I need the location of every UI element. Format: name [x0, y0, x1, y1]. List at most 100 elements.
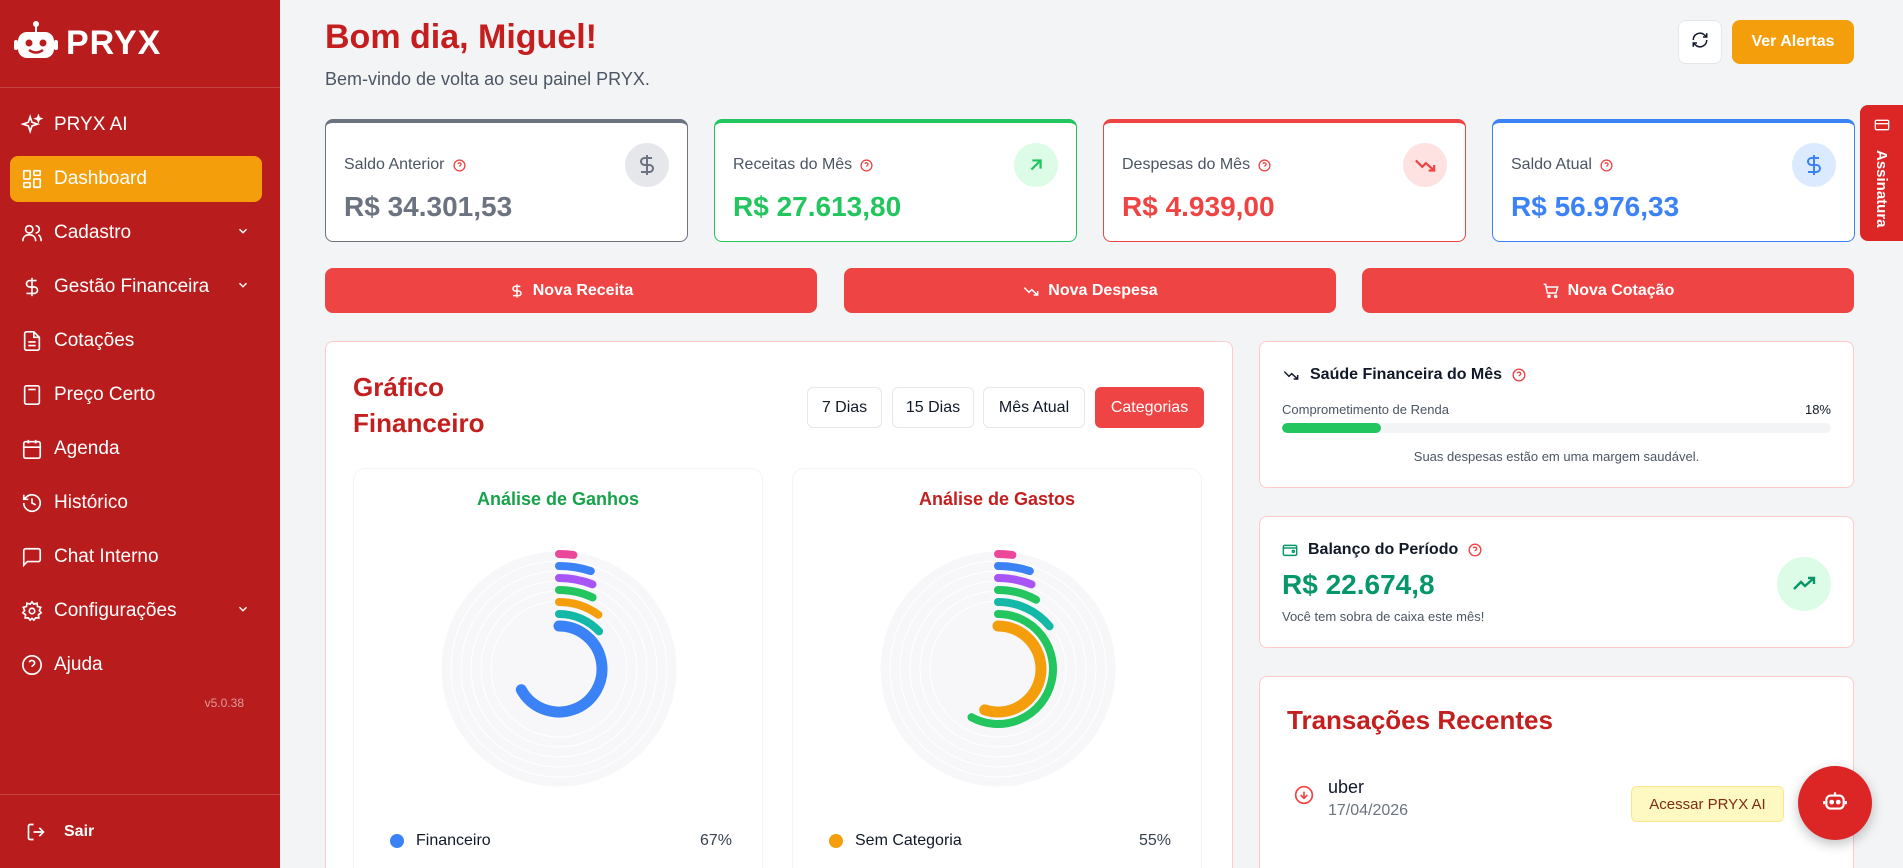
robot-icon	[14, 19, 58, 68]
chart-title-line: Financeiro	[353, 408, 485, 438]
sidebar-item-label: PRYX AI	[54, 114, 128, 135]
action-label: Nova Despesa	[1048, 281, 1158, 299]
chart-title-line: Gráfico	[353, 372, 445, 402]
health-title: Saúde Financeira do Mês	[1310, 366, 1503, 383]
expenses-chart-card: Análise de Gastos Sem Categoria 55%	[792, 468, 1202, 868]
expenses-chart-title: Análise de Gastos	[918, 489, 1076, 509]
health-message: Suas despesas estão em uma margem saudáv…	[1413, 449, 1700, 464]
subscription-tab[interactable]: Assinatura	[1860, 105, 1903, 241]
sidebar-item-label: Chat Interno	[54, 546, 159, 567]
subscription-label: Assinatura	[1873, 150, 1890, 228]
earnings-chart-title: Análise de Ganhos	[476, 489, 640, 509]
sidebar-item-cadastro[interactable]: Cadastro	[10, 210, 262, 256]
transaction-info: uber 17/04/2026	[1328, 777, 1408, 820]
help-icon[interactable]	[1600, 158, 1613, 172]
alerts-button[interactable]: Ver Alertas	[1732, 20, 1854, 64]
users-icon	[20, 221, 44, 245]
stat-title-wrap: Receitas do Mês	[733, 156, 873, 174]
arrow-up-right-icon	[1014, 143, 1058, 187]
filter-7-dias[interactable]: 7 Dias	[807, 387, 882, 428]
logout-label: Sair	[64, 822, 95, 840]
trending-down-icon	[1403, 143, 1447, 187]
action-label: Nova Receita	[532, 281, 634, 299]
dollar-icon	[625, 143, 669, 187]
credit-card-icon	[1874, 117, 1890, 138]
help-icon[interactable]	[1468, 543, 1482, 557]
trending-down-icon	[1022, 283, 1040, 299]
refresh-icon	[1691, 31, 1709, 54]
transaction-date: 17/04/2026	[1328, 802, 1409, 819]
refresh-button[interactable]	[1678, 20, 1722, 64]
transaction-row[interactable]: uber 17/04/2026	[1294, 777, 1408, 820]
ai-tooltip[interactable]: Acessar PRYX AI	[1631, 786, 1784, 822]
help-icon[interactable]	[1258, 158, 1271, 172]
radial-bar[interactable]	[555, 550, 578, 559]
brand-logo[interactable]: PRYX	[0, 0, 280, 88]
arrow-down-circle-icon	[1294, 785, 1314, 805]
sidebar-item-ajuda[interactable]: Ajuda	[10, 642, 262, 688]
balance-title: Balanço do Período	[1308, 541, 1459, 558]
sidebar-item-label: Cotações	[54, 330, 135, 351]
sidebar-item-preco-certo[interactable]: Preço Certo	[10, 372, 262, 418]
stat-title: Saldo Atual	[1511, 156, 1592, 173]
balance-header: Balanço do Período	[1282, 541, 1482, 559]
dollar-icon	[1792, 143, 1836, 187]
sidebar-item-agenda[interactable]: Agenda	[10, 426, 262, 472]
stat-title: Receitas do Mês	[733, 156, 853, 173]
brand-name: PRYX	[66, 24, 162, 62]
calculator-icon	[20, 383, 44, 407]
chart-panel-title: Gráfico Financeiro	[353, 369, 484, 441]
expenses-radial-chart	[879, 550, 1117, 788]
stat-card-despesas: Despesas do Mês R$ 4.939,00	[1103, 119, 1466, 242]
stat-card-saldo-anterior: Saldo Anterior R$ 34.301,53	[325, 119, 688, 242]
commitment-progress-fill	[1282, 423, 1381, 433]
sidebar-item-label: Gestão Financeira	[54, 276, 210, 297]
file-text-icon	[20, 329, 44, 353]
dashboard-icon	[20, 167, 44, 191]
filter-15-dias[interactable]: 15 Dias	[892, 387, 974, 428]
legend-label: Sem Categoria	[855, 832, 962, 849]
filter-categorias[interactable]: Categorias	[1095, 387, 1204, 428]
sidebar-item-chat-interno[interactable]: Chat Interno	[10, 534, 262, 580]
sidebar-item-label: Agenda	[54, 438, 120, 459]
balance-message: Você tem sobra de caixa este mês!	[1282, 609, 1485, 624]
period-balance-card: Balanço do Período R$ 22.674,8 Você tem …	[1259, 516, 1854, 648]
help-icon[interactable]	[860, 158, 873, 172]
sidebar-item-pryx-ai[interactable]: PRYX AI	[10, 102, 262, 148]
health-header: Saúde Financeira do Mês	[1282, 366, 1526, 384]
expenses-legend: Sem Categoria 55%	[829, 832, 1171, 850]
stat-card-saldo-atual: Saldo Atual R$ 56.976,33	[1492, 119, 1855, 242]
stat-title-wrap: Saldo Atual	[1511, 156, 1613, 174]
chevron-down-icon	[236, 222, 250, 244]
sidebar-item-label: Cadastro	[54, 222, 132, 243]
radial-bar[interactable]	[994, 550, 1017, 559]
sidebar-item-label: Histórico	[54, 492, 128, 513]
ai-assistant-button[interactable]	[1798, 766, 1872, 840]
logout-button[interactable]: Sair	[0, 794, 280, 868]
stat-value: R$ 34.301,53	[344, 191, 513, 222]
help-icon[interactable]	[1512, 368, 1526, 382]
history-icon	[20, 491, 44, 515]
sidebar-item-cotacoes[interactable]: Cotações	[10, 318, 262, 364]
sidebar-item-gestao-financeira[interactable]: Gestão Financeira	[10, 264, 262, 310]
sidebar-item-dashboard[interactable]: Dashboard	[10, 156, 262, 202]
new-expense-button[interactable]: Nova Despesa	[844, 268, 1336, 313]
sidebar-item-historico[interactable]: Histórico	[10, 480, 262, 526]
sidebar-item-label: Preço Certo	[54, 384, 156, 405]
stat-value: R$ 56.976,33	[1511, 191, 1680, 222]
sidebar-item-configuracoes[interactable]: Configurações	[10, 588, 262, 634]
sidebar: PRYX PRYX AI Dashboard Cadastro Gestão F…	[0, 0, 280, 868]
page-title: Bom dia, Miguel!	[325, 18, 597, 56]
wallet-icon	[1282, 542, 1298, 558]
app-version: v5.0.38	[204, 696, 244, 710]
new-income-button[interactable]: Nova Receita	[325, 268, 817, 313]
earnings-radial-chart	[440, 550, 678, 788]
help-icon[interactable]	[452, 158, 466, 172]
recent-transactions-card: Transações Recentes uber 17/04/2026	[1259, 676, 1854, 868]
filter-mes-atual[interactable]: Mês Atual	[983, 387, 1085, 428]
robot-icon	[1822, 788, 1848, 819]
commitment-progress	[1282, 423, 1831, 433]
new-quote-button[interactable]: Nova Cotação	[1362, 268, 1854, 313]
financial-health-card: Saúde Financeira do Mês Comprometimento …	[1259, 341, 1854, 488]
legend-label: Financeiro	[416, 832, 491, 849]
